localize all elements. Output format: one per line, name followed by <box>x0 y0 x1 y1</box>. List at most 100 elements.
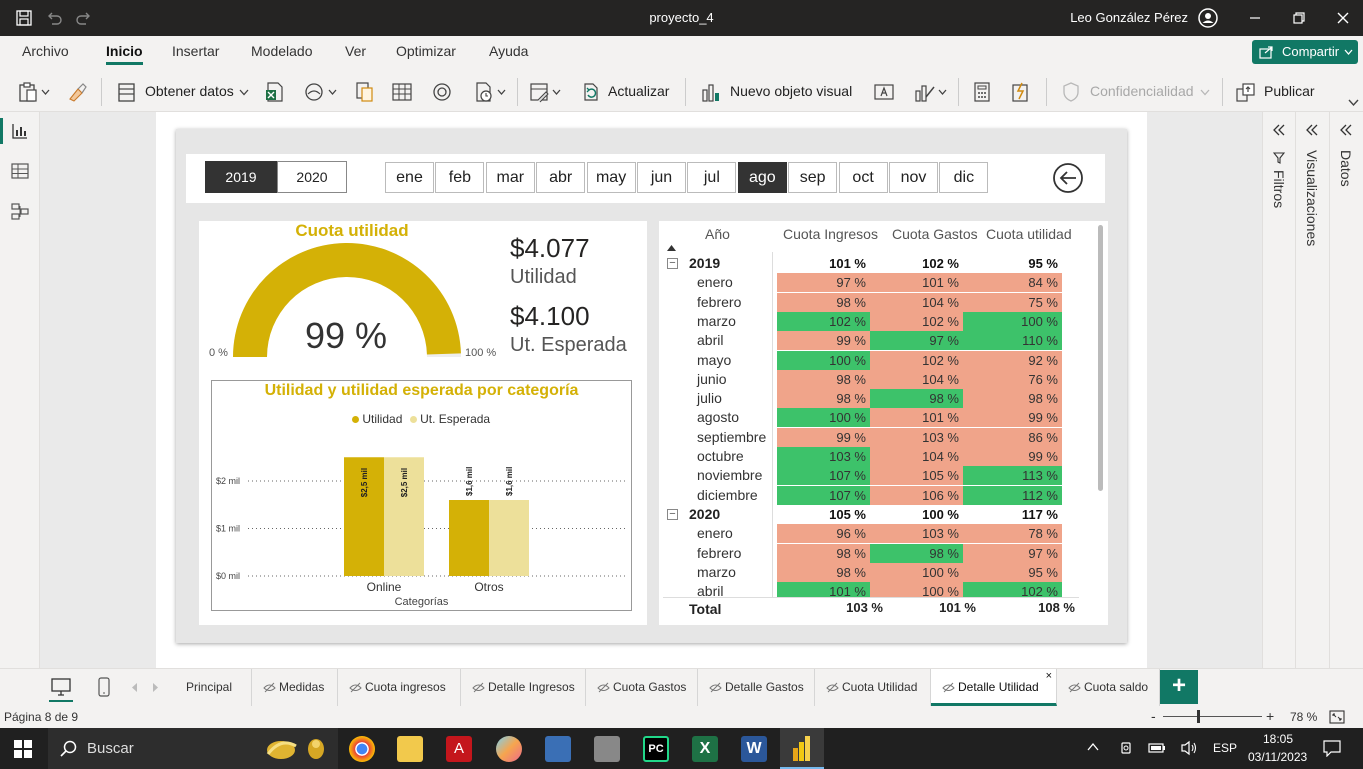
page-tab-detalle-gastos[interactable]: Detalle Gastos <box>698 669 815 706</box>
tray-overflow-icon[interactable] <box>1087 743 1099 751</box>
year-option-2020[interactable]: 2020 <box>277 161 347 193</box>
chrome-taskbar-icon[interactable] <box>349 736 375 762</box>
bar-otros-1[interactable] <box>489 500 529 576</box>
collapse-ribbon-icon[interactable] <box>1348 99 1359 107</box>
expand-chevrons-icon[interactable] <box>1306 124 1318 136</box>
transform-data-button[interactable] <box>529 81 565 103</box>
matrix-month-row[interactable]: agosto 100 % 101 % 99 % <box>663 408 1079 428</box>
acrobat-taskbar-icon[interactable]: A <box>446 736 472 762</box>
matrix-month-row[interactable]: marzo 102 % 102 % 100 % <box>663 311 1079 331</box>
page-tab-principal[interactable]: Principal <box>170 669 252 706</box>
paste-button[interactable] <box>18 81 54 103</box>
matrix-month-row[interactable]: abril 99 % 97 % 110 % <box>663 331 1079 351</box>
menu-modelado[interactable]: Modelado <box>251 43 313 59</box>
new-visual-button[interactable]: Nuevo objeto visual <box>700 81 856 103</box>
enter-data-button[interactable] <box>391 81 413 103</box>
menu-ayuda[interactable]: Ayuda <box>489 43 528 59</box>
device-icon[interactable] <box>1118 740 1134 756</box>
refresh-button[interactable]: Actualizar <box>580 81 674 103</box>
file-explorer-taskbar-icon[interactable] <box>397 736 423 762</box>
page-tab-cuota-gastos[interactable]: Cuota Gastos <box>586 669 698 706</box>
get-data-button[interactable]: Obtener datos <box>116 81 252 103</box>
year-option-2019[interactable]: 2019 <box>205 161 277 193</box>
matrix-month-row[interactable]: abril 101 % 100 % 102 % <box>663 582 1079 597</box>
desktop-layout-icon[interactable] <box>51 678 71 696</box>
back-arrow-button[interactable] <box>1052 162 1084 194</box>
data-pane[interactable]: Datos <box>1329 112 1363 668</box>
page-tab-cuota-saldo[interactable]: Cuota saldo <box>1057 669 1160 706</box>
month-option-may[interactable]: may <box>586 162 636 193</box>
notifications-icon[interactable] <box>1323 740 1341 757</box>
language-indicator[interactable]: ESP <box>1213 741 1237 755</box>
expand-chevrons-icon[interactable] <box>1273 124 1285 136</box>
page-tab-cuota-ingresos[interactable]: Cuota ingresos <box>338 669 461 706</box>
publish-button[interactable]: Publicar <box>1235 81 1325 103</box>
collapse-icon[interactable]: − <box>667 258 678 269</box>
scroll-right-icon[interactable] <box>152 683 158 692</box>
taskbar-search[interactable]: Buscar <box>48 728 338 769</box>
page-tab-detalle-ingresos[interactable]: Detalle Ingresos <box>461 669 586 706</box>
scroll-left-icon[interactable] <box>132 683 138 692</box>
bar-otros-0[interactable] <box>449 500 489 576</box>
matrix-month-row[interactable]: septiembre 99 % 103 % 86 % <box>663 427 1079 447</box>
more-visuals-button[interactable] <box>914 81 950 103</box>
menu-insertar[interactable]: Insertar <box>172 43 219 59</box>
windows-start-icon[interactable] <box>14 740 32 758</box>
page-tab-medidas[interactable]: Medidas <box>252 669 338 706</box>
dataverse-button[interactable] <box>431 81 453 103</box>
matrix-month-row[interactable]: octubre 103 % 104 % 99 % <box>663 447 1079 466</box>
matrix-month-row[interactable]: noviembre 107 % 105 % 113 % <box>663 466 1079 486</box>
table-view-icon[interactable] <box>11 162 29 180</box>
month-option-sep[interactable]: sep <box>788 162 838 193</box>
visualizations-pane[interactable]: Visualizaciones <box>1295 112 1329 668</box>
month-option-jul[interactable]: jul <box>687 162 737 193</box>
month-option-oct[interactable]: oct <box>838 162 888 193</box>
filters-pane[interactable]: Filtros <box>1262 112 1295 668</box>
paint-taskbar-icon[interactable] <box>496 736 522 762</box>
menu-optimizar[interactable]: Optimizar <box>396 43 456 59</box>
share-button[interactable]: Compartir <box>1252 40 1358 64</box>
zoom-in-button[interactable]: + <box>1266 708 1274 724</box>
recent-sources-button[interactable] <box>473 81 509 103</box>
sql-button[interactable] <box>353 81 375 103</box>
matrix-year-row[interactable]: −2019 101 % 102 % 95 % <box>663 254 1079 273</box>
page-tab-cuota-utilidad[interactable]: Cuota Utilidad <box>815 669 931 706</box>
mobile-layout-icon[interactable] <box>98 677 110 697</box>
excel-taskbar-icon[interactable]: X <box>692 736 718 762</box>
volume-icon[interactable] <box>1180 740 1198 756</box>
publisher-taskbar-icon[interactable] <box>545 736 571 762</box>
month-option-ago[interactable]: ago <box>737 162 787 193</box>
matrix-month-row[interactable]: enero 97 % 101 % 84 % <box>663 273 1079 293</box>
matrix-month-row[interactable]: mayo 100 % 102 % 92 % <box>663 350 1079 370</box>
sensitivity-button[interactable]: Confidencialidad <box>1060 81 1214 103</box>
month-option-mar[interactable]: mar <box>485 162 535 193</box>
matrix-month-row[interactable]: febrero 98 % 104 % 75 % <box>663 292 1079 312</box>
zoom-slider[interactable] <box>1163 716 1262 717</box>
clock-time[interactable]: 18:05 <box>1263 732 1293 746</box>
month-option-ene[interactable]: ene <box>385 162 434 193</box>
excel-button[interactable] <box>264 81 286 103</box>
report-view-icon[interactable] <box>11 122 29 140</box>
month-option-nov[interactable]: nov <box>889 162 938 193</box>
calculator-taskbar-icon[interactable] <box>594 736 620 762</box>
avatar-icon[interactable] <box>1198 8 1218 28</box>
expand-chevrons-icon[interactable] <box>1340 124 1352 136</box>
month-option-feb[interactable]: feb <box>435 162 485 193</box>
menu-archivo[interactable]: Archivo <box>22 43 69 59</box>
page-tab-detalle-utilidad[interactable]: Detalle Utilidad × <box>931 669 1057 706</box>
matrix-month-row[interactable]: marzo 98 % 100 % 95 % <box>663 562 1079 582</box>
pycharm-taskbar-icon[interactable]: PC <box>643 736 669 762</box>
clock-date[interactable]: 03/11/2023 <box>1248 750 1307 764</box>
menu-ver[interactable]: Ver <box>345 43 366 59</box>
close-tab-icon[interactable]: × <box>1046 670 1052 682</box>
collapse-icon[interactable]: − <box>667 508 678 520</box>
minimize-icon[interactable] <box>1246 9 1264 27</box>
new-measure-button[interactable] <box>971 81 993 103</box>
menu-inicio[interactable]: Inicio <box>106 43 143 65</box>
restore-icon[interactable] <box>1290 9 1308 27</box>
text-box-button[interactable] <box>873 81 895 103</box>
quick-measure-button[interactable] <box>1009 81 1031 103</box>
month-option-dic[interactable]: dic <box>939 162 989 193</box>
fit-page-icon[interactable] <box>1329 710 1345 724</box>
powerbi-taskbar-button[interactable] <box>780 728 824 769</box>
